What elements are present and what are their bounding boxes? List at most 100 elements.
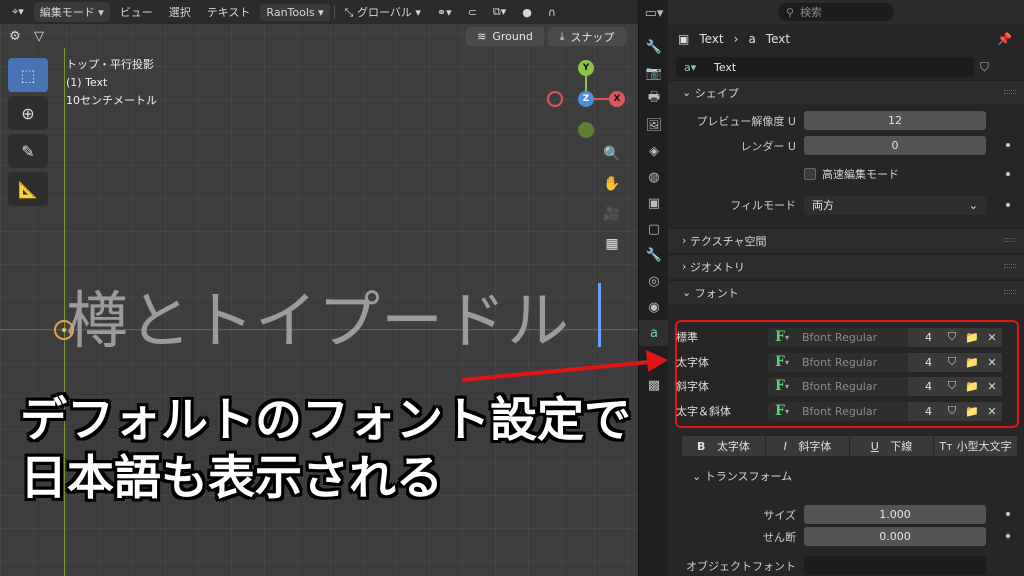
select-box-icon: ⬚ bbox=[20, 65, 36, 85]
modifier-tab-icon[interactable]: 🔧 bbox=[639, 242, 669, 268]
pivot-icon[interactable]: ⚭▾ bbox=[431, 4, 458, 21]
italic-toggle[interactable]: I 斜字体 bbox=[766, 436, 850, 456]
measure-tool[interactable]: 📐 bbox=[8, 172, 48, 206]
geometry-section-header[interactable]: › ジオメトリ bbox=[668, 254, 1024, 278]
object-font-row: オブジェクトフォント bbox=[668, 553, 1024, 576]
fake-user-shield-icon[interactable]: ⛉ bbox=[942, 376, 962, 396]
keyframe-dot-icon[interactable] bbox=[1006, 512, 1010, 516]
render-u-label: レンダー U bbox=[740, 139, 796, 153]
size-field[interactable]: 1.000 bbox=[804, 505, 986, 524]
close-icon[interactable]: ✕ bbox=[982, 401, 1002, 421]
filter-icon[interactable]: ▽ bbox=[30, 27, 48, 45]
datablock-selector[interactable]: a▾ Text bbox=[676, 57, 974, 77]
underline-toggle[interactable]: U 下線 bbox=[850, 436, 934, 456]
text-object[interactable]: 樽とトイプードル bbox=[66, 270, 570, 360]
fill-mode-label: フィルモード bbox=[730, 199, 796, 212]
open-folder-icon[interactable]: 📁 bbox=[962, 352, 982, 372]
keyframe-dot-icon[interactable] bbox=[1006, 534, 1010, 538]
select-box-tool[interactable]: ⬚ bbox=[8, 58, 48, 92]
menu-view[interactable]: ビュー bbox=[114, 2, 159, 22]
gizmo-neg-y-axis[interactable] bbox=[578, 122, 594, 138]
material-tab-icon[interactable]: ◑ bbox=[639, 346, 669, 372]
close-icon[interactable]: ✕ bbox=[982, 376, 1002, 396]
pin-icon[interactable]: 📌 bbox=[997, 32, 1012, 46]
font-browse-icon[interactable]: F ▾ bbox=[768, 401, 796, 421]
close-icon[interactable]: ✕ bbox=[982, 327, 1002, 347]
preview-resolution-field[interactable]: 12 bbox=[804, 111, 986, 130]
shear-field[interactable]: 0.000 bbox=[804, 527, 986, 546]
keyframe-dot-icon[interactable] bbox=[1006, 172, 1010, 176]
object-font-field[interactable] bbox=[804, 556, 986, 575]
font-italic-name[interactable]: Bfont Regular bbox=[796, 376, 908, 396]
open-folder-icon[interactable]: 📁 bbox=[962, 376, 982, 396]
annotate-tool[interactable]: ✎ bbox=[8, 134, 48, 168]
particles-tab-icon[interactable]: ◎ bbox=[639, 268, 669, 294]
pan-hand-icon[interactable]: ✋ bbox=[600, 172, 624, 196]
search-field[interactable]: ⚲ 検索 bbox=[778, 3, 894, 21]
collection-tab-icon[interactable]: ▣ bbox=[639, 190, 669, 216]
editor-switch-icon[interactable]: ▭▾ bbox=[639, 0, 669, 26]
drag-grip-icon[interactable] bbox=[1004, 238, 1016, 242]
view-layer-tab-icon[interactable]: 🖼 bbox=[639, 112, 669, 138]
gear-icon[interactable]: ⚙ bbox=[6, 27, 24, 45]
font-bold-italic-name[interactable]: Bfont Regular bbox=[796, 401, 908, 421]
scene-tab-icon[interactable]: ◈ bbox=[639, 138, 669, 164]
orientation-dropdown[interactable]: ⤡ グローバル ▾ bbox=[339, 2, 427, 22]
font-browse-icon[interactable]: F ▾ bbox=[768, 376, 796, 396]
snap-button[interactable]: ⤓ スナップ bbox=[548, 27, 626, 46]
proportional-icon[interactable]: ⧉▾ bbox=[487, 3, 512, 21]
font-section-header[interactable]: ⌄ フォント bbox=[668, 280, 1024, 304]
world-tab-icon[interactable]: ◍ bbox=[639, 164, 669, 190]
mode-dropdown[interactable]: 編集モード ▾ bbox=[33, 2, 110, 22]
fake-user-shield-icon[interactable]: ⛉ bbox=[980, 60, 989, 75]
gizmo-z-axis[interactable]: Z bbox=[578, 91, 594, 107]
texture-space-section-header[interactable]: › テクスチャ空間 bbox=[668, 228, 1024, 252]
fake-user-shield-icon[interactable]: ⛉ bbox=[942, 327, 962, 347]
zoom-icon[interactable]: 🔍 bbox=[600, 142, 624, 166]
output-tab-icon[interactable]: 🖶 bbox=[639, 86, 669, 112]
fake-user-shield-icon[interactable]: ⛉ bbox=[942, 352, 962, 372]
text-data-tab-icon[interactable]: a bbox=[639, 320, 669, 346]
menu-select[interactable]: 選択 bbox=[163, 2, 197, 22]
shape-section-header[interactable]: ⌄ シェイプ bbox=[668, 80, 1024, 104]
open-folder-icon[interactable]: 📁 bbox=[962, 327, 982, 347]
object-tab-icon[interactable]: ▢ bbox=[639, 216, 669, 242]
gizmo-x-axis[interactable]: X bbox=[609, 91, 625, 107]
font-regular-name[interactable]: Bfont Regular bbox=[796, 327, 908, 347]
3d-viewport[interactable]: ⌖▾ 編集モード ▾ ビュー 選択 テキスト RanTools ▾ ⤡ グローバ… bbox=[0, 0, 638, 576]
drag-grip-icon[interactable] bbox=[1004, 290, 1016, 294]
ground-button[interactable]: ≋ Ground bbox=[466, 27, 544, 46]
drag-grip-icon[interactable] bbox=[1004, 90, 1016, 94]
camera-icon[interactable]: 🎥 bbox=[600, 202, 624, 226]
editor-type-icon[interactable]: ⌖▾ bbox=[6, 3, 30, 21]
cursor-tool[interactable]: ⊕ bbox=[8, 96, 48, 130]
keyframe-dot-icon[interactable] bbox=[1006, 203, 1010, 207]
font-browse-icon[interactable]: F ▾ bbox=[768, 327, 796, 347]
transform-subsection-header[interactable]: ⌄ トランスフォーム bbox=[692, 468, 792, 484]
falloff-icon[interactable]: ∩ bbox=[542, 4, 562, 21]
texture-tab-icon[interactable]: ▩ bbox=[639, 372, 669, 398]
gizmo-y-axis[interactable]: Y bbox=[578, 60, 594, 76]
close-icon[interactable]: ✕ bbox=[982, 352, 1002, 372]
grid-view-icon[interactable]: ▦ bbox=[600, 232, 624, 256]
render-u-field[interactable]: 0 bbox=[804, 136, 986, 155]
fill-mode-dropdown[interactable]: 両方 ⌄ bbox=[804, 195, 986, 215]
navigation-gizmo[interactable]: Y Z X bbox=[545, 58, 627, 140]
keyframe-dot-icon[interactable] bbox=[1006, 143, 1010, 147]
open-folder-icon[interactable]: 📁 bbox=[962, 401, 982, 421]
fast-edit-checkbox[interactable] bbox=[804, 168, 816, 180]
tool-tab-icon[interactable]: 🔧 bbox=[639, 34, 669, 60]
bold-toggle[interactable]: B 太字体 bbox=[682, 436, 766, 456]
overlay-dot-icon[interactable]: ● bbox=[516, 4, 538, 21]
font-bold-name[interactable]: Bfont Regular bbox=[796, 352, 908, 372]
snap-icon[interactable]: ⊂ bbox=[462, 4, 483, 21]
font-browse-icon[interactable]: F ▾ bbox=[768, 352, 796, 372]
physics-tab-icon[interactable]: ◉ bbox=[639, 294, 669, 320]
drag-grip-icon[interactable] bbox=[1004, 264, 1016, 268]
rantools-dropdown[interactable]: RanTools ▾ bbox=[260, 3, 330, 21]
smallcaps-toggle[interactable]: Tт 小型大文字 bbox=[934, 436, 1018, 456]
render-tab-icon[interactable]: 📷 bbox=[639, 60, 669, 86]
menu-text[interactable]: テキスト bbox=[201, 2, 257, 22]
fake-user-shield-icon[interactable]: ⛉ bbox=[942, 401, 962, 421]
gizmo-neg-x-axis[interactable] bbox=[547, 91, 563, 107]
